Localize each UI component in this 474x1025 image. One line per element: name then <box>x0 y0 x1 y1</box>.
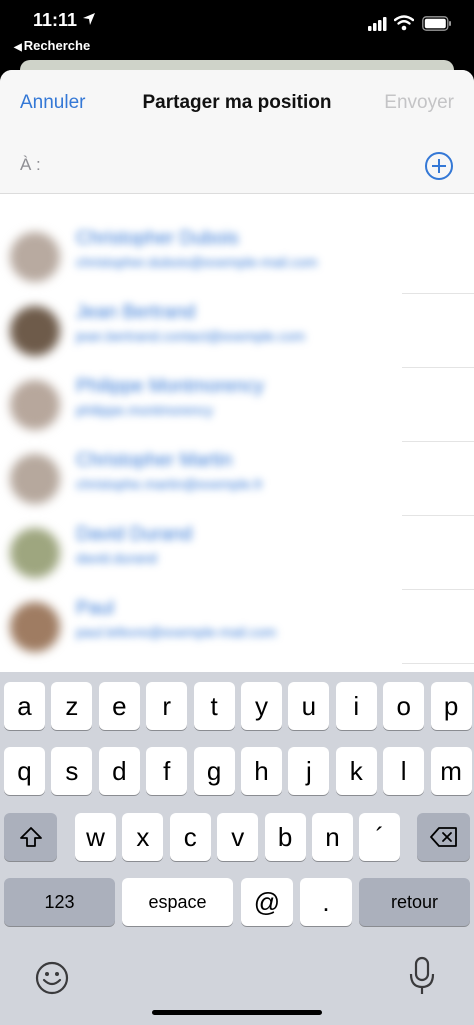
key-s[interactable]: s <box>51 747 93 795</box>
key-n[interactable]: n <box>312 813 353 861</box>
backspace-icon <box>429 827 457 847</box>
home-indicator[interactable] <box>152 1010 322 1015</box>
contact-row[interactable]: Jean Bertrand jean.bertrand.contact@exemp… <box>0 294 474 368</box>
contact-name: Jean Bertrand <box>76 302 196 323</box>
key-h[interactable]: h <box>241 747 282 795</box>
key-p[interactable]: p <box>430 682 472 730</box>
dot-key[interactable]: . <box>300 878 352 926</box>
contact-detail: paul.lefevre@exemple-mail.com <box>76 624 277 640</box>
shift-icon <box>19 827 42 847</box>
cellular-signal-icon <box>368 17 387 31</box>
avatar <box>10 454 60 504</box>
key-y[interactable]: y <box>241 682 282 730</box>
key-l[interactable]: l <box>383 747 425 795</box>
contact-suggestion-list: Christopher Dubois christopher.dubois@exe… <box>0 220 474 664</box>
status-time: 11:11 <box>33 10 78 30</box>
wifi-icon <box>394 15 414 31</box>
avatar <box>10 602 60 652</box>
key-f[interactable]: f <box>146 747 188 795</box>
contact-detail: david.durand <box>76 550 157 566</box>
recipient-input[interactable] <box>52 149 406 181</box>
contact-detail: jean.bertrand.contact@exemple.com <box>76 328 305 344</box>
contact-row[interactable]: Paul paul.lefevre@exemple-mail.com <box>0 590 474 664</box>
shift-key[interactable] <box>4 813 57 861</box>
key-z[interactable]: z <box>51 682 93 730</box>
send-button[interactable]: Envoyer <box>384 92 454 114</box>
recipient-label: À : <box>20 155 41 174</box>
key-e[interactable]: e <box>98 682 140 730</box>
key-i[interactable]: i <box>335 682 377 730</box>
row-separator <box>402 663 474 664</box>
key-j[interactable]: j <box>288 747 330 795</box>
avatar <box>10 380 60 430</box>
emoji-icon[interactable] <box>34 960 70 996</box>
space-key[interactable]: espace <box>122 878 233 926</box>
contact-name: Philippe Montmorency <box>76 376 264 397</box>
key-k[interactable]: k <box>335 747 377 795</box>
numbers-key[interactable]: 123 <box>4 878 115 926</box>
key-m[interactable]: m <box>430 747 472 795</box>
key-g[interactable]: g <box>193 747 235 795</box>
contact-row[interactable]: Christopher Dubois christopher.dubois@exe… <box>0 220 474 294</box>
avatar <box>10 528 60 578</box>
microphone-icon[interactable] <box>408 956 436 996</box>
contact-detail: philippe.montmorency <box>76 402 213 418</box>
battery-icon <box>422 16 451 31</box>
key-a[interactable]: a <box>4 682 45 730</box>
back-app-label: Recherche <box>23 38 91 53</box>
navigation-bar: Annuler Partager ma position Envoyer <box>0 70 474 135</box>
key-t[interactable]: t <box>193 682 235 730</box>
key-r[interactable]: r <box>146 682 188 730</box>
key-x[interactable]: x <box>122 813 164 861</box>
return-key[interactable]: retour <box>359 878 470 926</box>
key-d[interactable]: d <box>98 747 140 795</box>
key-accent[interactable]: ´ <box>359 813 401 861</box>
contact-row[interactable]: David Durand david.durand <box>0 516 474 590</box>
keyboard: a z e r t y u i o p q s d f g h j k l m w x c v b n ´ 123 espace @. re… <box>0 672 474 1025</box>
contact-name: Christopher Dubois <box>76 228 239 249</box>
delete-key[interactable] <box>417 813 470 861</box>
recipient-bar: À : <box>0 135 474 194</box>
key-c[interactable]: c <box>169 813 211 861</box>
location-arrow-icon <box>83 13 95 25</box>
avatar <box>10 306 60 356</box>
at-key[interactable]: @ <box>241 878 293 926</box>
key-b[interactable]: b <box>264 813 306 861</box>
back-triangle-icon: ◀ <box>14 42 22 53</box>
avatar <box>10 232 60 282</box>
key-v[interactable]: v <box>217 813 259 861</box>
contact-name: Paul <box>76 598 115 619</box>
key-w[interactable]: w <box>75 813 116 861</box>
contact-name: Christopher Martin <box>76 450 233 471</box>
contact-row[interactable]: Christopher Martin christophe.martin@exem… <box>0 442 474 516</box>
key-o[interactable]: o <box>383 682 425 730</box>
add-contact-icon[interactable] <box>425 152 453 180</box>
contact-detail: christopher.dubois@exemple-mail.com <box>76 254 318 270</box>
contact-row[interactable]: Philippe Montmorency philippe.montmorency <box>0 368 474 442</box>
status-bar: 11:11 ◀ Recherche <box>0 0 474 62</box>
contact-name: David Durand <box>76 524 193 545</box>
key-u[interactable]: u <box>288 682 330 730</box>
contact-detail: christophe.martin@exemple.fr <box>76 476 263 492</box>
key-q[interactable]: q <box>4 747 45 795</box>
back-to-app-link[interactable]: ◀ Recherche <box>14 38 90 53</box>
